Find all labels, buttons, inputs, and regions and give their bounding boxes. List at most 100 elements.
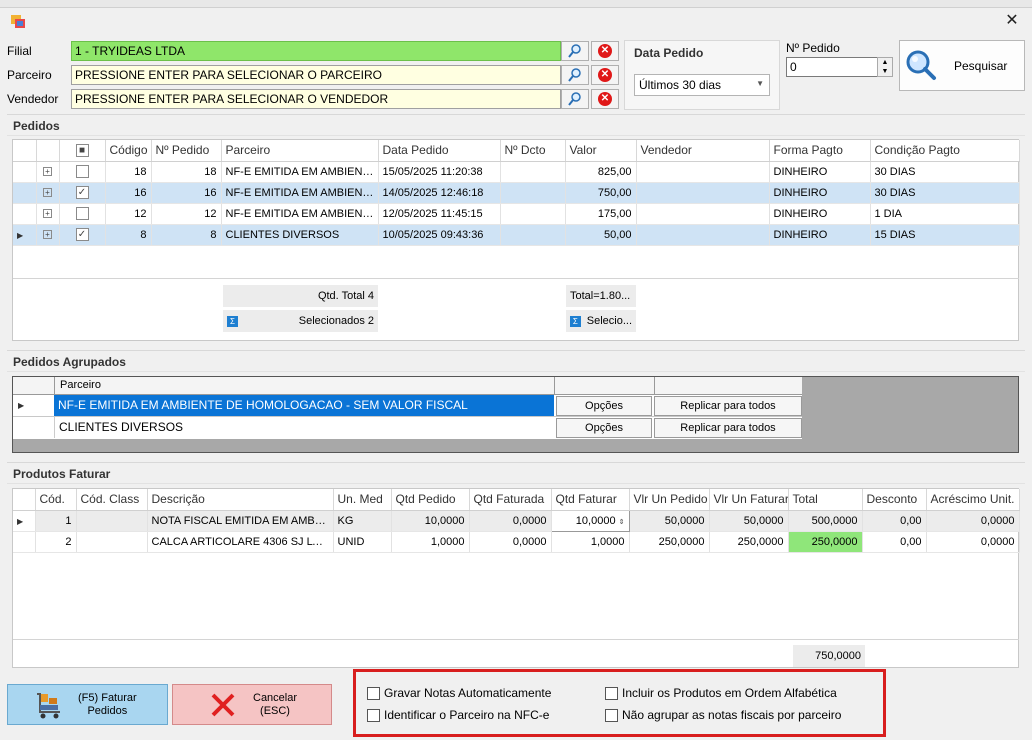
cell-qtd-faturar[interactable]: 1,0000	[551, 531, 630, 553]
check-cell[interactable]: ✓	[59, 224, 106, 246]
cell-condicao: 30 DIAS	[870, 182, 1020, 204]
cell-un: KG	[333, 510, 392, 532]
list-item[interactable]: ▶ NF-E EMITIDA EM AMBIENTE DE HOMOLOGACA…	[13, 395, 802, 417]
table-row[interactable]: ▶ + ✓ 8 8 CLIENTES DIVERSOS 10/05/2025 0…	[13, 224, 1020, 246]
replicar-button[interactable]: Replicar para todos	[654, 396, 802, 416]
pesquisar-button[interactable]: Pesquisar	[899, 40, 1025, 91]
header-acrescimo[interactable]: Acréscimo Unit.	[926, 489, 1020, 511]
expand-icon[interactable]: +	[43, 167, 52, 177]
header-qtd-faturar[interactable]: Qtd Faturar	[551, 489, 630, 511]
header-vendedor[interactable]: Vendedor	[636, 140, 770, 162]
row-pointer-icon: ▶	[17, 516, 24, 526]
clear-icon: ✕	[598, 92, 612, 106]
cell-vendedor	[636, 182, 770, 204]
cell-condicao: 1 DIA	[870, 203, 1020, 225]
table-row[interactable]: + 12 12 NF-E EMITIDA EM AMBIENT... 12/05…	[13, 203, 1020, 225]
header-un-med[interactable]: Un. Med	[333, 489, 392, 511]
table-row[interactable]: + ✓ 16 16 NF-E EMITIDA EM AMBIENT... 14/…	[13, 182, 1020, 204]
close-icon[interactable]: ✕	[1002, 11, 1022, 31]
expand-icon[interactable]: +	[43, 188, 52, 198]
selecionados-text: Selecionados 2	[298, 315, 374, 327]
header-qtd-faturada[interactable]: Qtd Faturada	[469, 489, 552, 511]
incluir-label: Incluir os Produtos em Ordem Alfabética	[622, 686, 837, 700]
incluir-option[interactable]: Incluir os Produtos em Ordem Alfabética	[605, 686, 837, 700]
replicar-button[interactable]: Replicar para todos	[654, 418, 802, 438]
header-qtd-pedido[interactable]: Qtd Pedido	[391, 489, 470, 511]
cancel-icon	[211, 693, 235, 716]
expand-cell[interactable]: +	[36, 203, 60, 225]
header-n-dcto[interactable]: Nº Dcto	[500, 140, 566, 162]
cell-forma: DINHEIRO	[769, 203, 871, 225]
header-total[interactable]: Total	[788, 489, 863, 511]
table-row[interactable]: + 18 18 NF-E EMITIDA EM AMBIENT... 15/05…	[13, 161, 1020, 183]
nao-agrupar-option[interactable]: Não agrupar as notas fiscais por parceir…	[605, 708, 841, 722]
faturar-pedidos-button[interactable]: (F5) Faturar Pedidos	[7, 684, 168, 725]
table-row[interactable]: ▶ 1 NOTA FISCAL EMITIDA EM AMBIE... KG 1…	[13, 509, 1020, 532]
identificar-checkbox[interactable]	[367, 708, 380, 722]
expand-icon[interactable]: +	[43, 230, 52, 240]
header-cod[interactable]: Cód.	[35, 489, 77, 511]
opcoes-button[interactable]: Opções	[556, 418, 652, 438]
gravar-checkbox[interactable]	[367, 686, 380, 700]
cell-n-pedido: 12	[151, 203, 222, 225]
row-checkbox[interactable]	[75, 165, 89, 178]
expand-cell[interactable]: +	[36, 161, 60, 183]
table-row[interactable]: 2 CALCA ARTICOLARE 4306 SJ LY C ... UNID…	[13, 531, 1020, 553]
vendedor-clear-button[interactable]: ✕	[591, 89, 619, 109]
expand-icon[interactable]: +	[43, 209, 52, 219]
qtd-faturar-editor[interactable]: 10,0000 ⇕	[550, 509, 630, 532]
header-descricao[interactable]: Descrição	[147, 489, 334, 511]
header-n-pedido[interactable]: Nº Pedido	[151, 140, 222, 162]
vendedor-search-button[interactable]	[561, 89, 589, 109]
cell-desc: NOTA FISCAL EMITIDA EM AMBIE...	[147, 510, 334, 532]
header-cod-class[interactable]: Cód. Class	[76, 489, 148, 511]
header-data-pedido[interactable]: Data Pedido	[378, 140, 501, 162]
opcoes-button[interactable]: Opções	[556, 396, 652, 416]
check-cell[interactable]	[59, 203, 106, 225]
header-parceiro[interactable]: Parceiro	[221, 140, 379, 162]
n-pedido-input[interactable]: 0	[786, 57, 878, 77]
row-checkbox[interactable]	[75, 207, 89, 220]
filial-field[interactable]: 1 - TRYIDEAS LTDA	[71, 41, 561, 61]
filial-search-button[interactable]	[561, 41, 589, 61]
expand-cell[interactable]: +	[36, 182, 60, 204]
header-arrow	[13, 489, 36, 511]
parceiro-clear-button[interactable]: ✕	[591, 65, 619, 85]
footer-divider	[13, 278, 1019, 279]
header-codigo[interactable]: Código	[105, 140, 152, 162]
vendedor-field[interactable]: PRESSIONE ENTER PARA SELECIONAR O VENDED…	[71, 89, 561, 109]
incluir-checkbox[interactable]	[605, 686, 618, 700]
check-cell[interactable]: ✓	[59, 182, 106, 204]
cell-condicao: 15 DIAS	[870, 224, 1020, 246]
header-vlr-un-pedido[interactable]: Vlr Un Pedido	[629, 489, 710, 511]
nao-agrupar-checkbox[interactable]	[605, 708, 618, 722]
identificar-option[interactable]: Identificar o Parceiro na NFC-e	[367, 708, 549, 722]
header-condicao-pagto[interactable]: Condição Pagto	[870, 140, 1020, 162]
parceiro-search-button[interactable]	[561, 65, 589, 85]
header-vlr-un-faturar[interactable]: Vlr Un Faturar	[709, 489, 789, 511]
header-opcoes	[554, 377, 654, 395]
row-checkbox[interactable]: ✓	[75, 228, 89, 241]
select-all-checkbox[interactable]: ■	[75, 144, 89, 158]
spin-icon[interactable]: ⇕	[619, 519, 625, 526]
n-pedido-spinner[interactable]: ▲ ▼	[877, 57, 893, 77]
header-valor[interactable]: Valor	[565, 140, 637, 162]
row-checkbox[interactable]: ✓	[75, 186, 89, 199]
expand-cell[interactable]: +	[36, 224, 60, 246]
row-indicator	[13, 531, 36, 553]
header-parceiro[interactable]: Parceiro	[54, 377, 554, 395]
header-forma-pagto[interactable]: Forma Pagto	[769, 140, 871, 162]
list-item[interactable]: CLIENTES DIVERSOS Opções Replicar para t…	[13, 417, 802, 439]
cell-vendedor	[636, 203, 770, 225]
gravar-option[interactable]: Gravar Notas Automaticamente	[367, 686, 551, 700]
header-desconto[interactable]: Desconto	[862, 489, 927, 511]
data-pedido-select[interactable]: Últimos 30 dias ▼	[634, 74, 770, 96]
parceiro-field[interactable]: PRESSIONE ENTER PARA SELECIONAR O PARCEI…	[71, 65, 561, 85]
check-cell[interactable]	[59, 161, 106, 183]
header-select-all[interactable]: ■	[59, 140, 106, 162]
filial-clear-button[interactable]: ✕	[591, 41, 619, 61]
cancelar-button[interactable]: Cancelar (ESC)	[172, 684, 332, 725]
cell-valor: 750,00	[565, 182, 637, 204]
cell-data: 14/05/2025 12:46:18	[378, 182, 501, 204]
cell-total: 250,0000	[788, 531, 863, 553]
